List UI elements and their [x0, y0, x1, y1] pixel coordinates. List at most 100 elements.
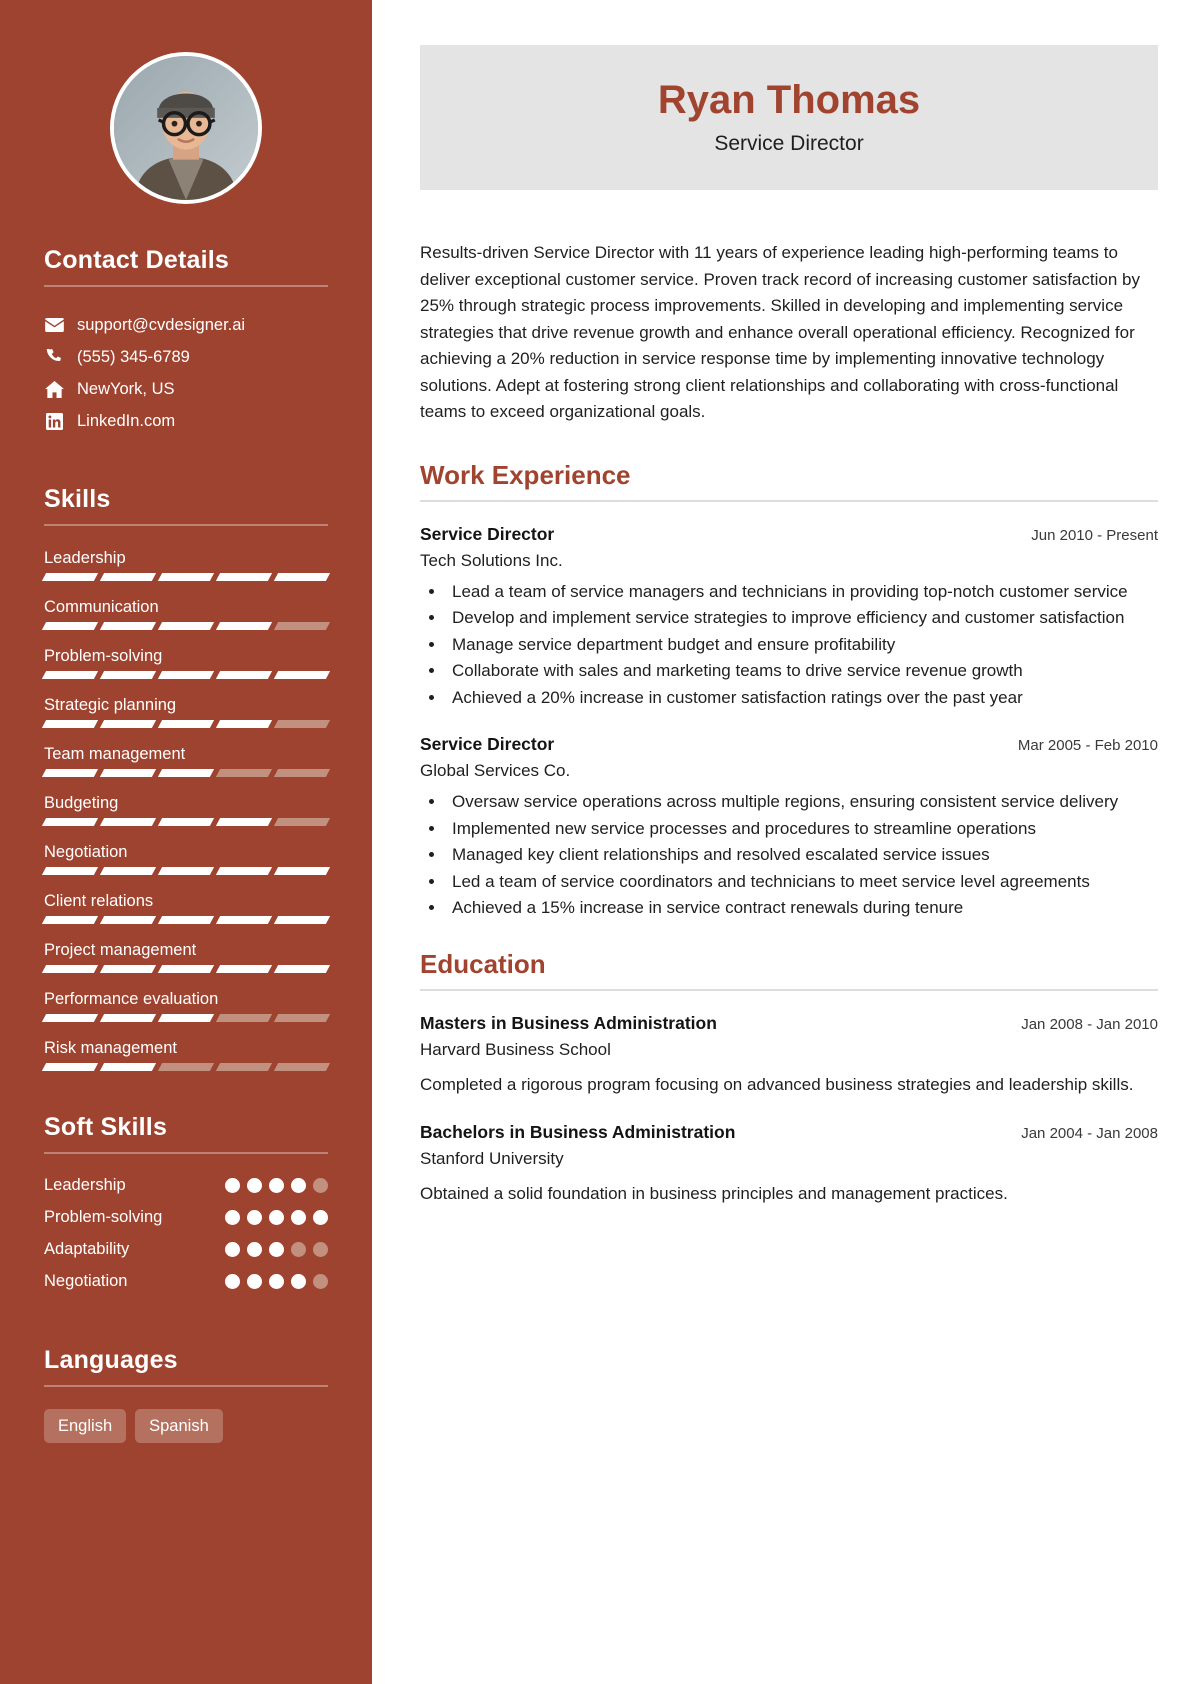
rating-dot [269, 1274, 284, 1289]
soft-skill-item: Leadership [44, 1176, 328, 1195]
contact-email-text: support@cvdesigner.ai [77, 316, 246, 334]
entry-bullet: Achieved a 20% increase in customer sati… [446, 685, 1158, 711]
skill-rating-bar [41, 720, 331, 728]
rating-dot [291, 1178, 306, 1193]
entry-degree: Bachelors in Business Administration [420, 1122, 736, 1143]
contact-phone-text: (555) 345-6789 [77, 348, 190, 366]
skill-label: Team management [44, 745, 186, 763]
rating-dot [313, 1210, 328, 1225]
section-divider [44, 285, 328, 287]
skill-bar-segment [99, 622, 157, 630]
skill-bar-segment [99, 1014, 157, 1022]
entry-institution: Harvard Business School [420, 1040, 611, 1060]
skill-bar-segment [273, 1063, 331, 1071]
skill-label: Communication [44, 598, 159, 616]
rating-dot [313, 1178, 328, 1193]
contact-item-phone[interactable]: (555) 345-6789 [44, 341, 328, 373]
skill-bar-segment [99, 818, 157, 826]
skill-label: Project management [44, 941, 197, 959]
skill-rating-bar [41, 867, 331, 875]
education-entry: Masters in Business Administration Jan 20… [420, 1011, 1158, 1098]
skill-item: Strategic planning [41, 695, 331, 728]
languages-title: Languages [44, 1346, 178, 1374]
rating-dot [247, 1242, 262, 1257]
contact-list: support@cvdesigner.ai (555) 345-6789 New… [44, 309, 328, 437]
skill-rating-bar [41, 769, 331, 777]
soft-skill-item: Problem-solving [44, 1208, 328, 1227]
soft-skills-title: Soft Skills [44, 1113, 168, 1141]
entry-bullet-list: Oversaw service operations across multip… [446, 789, 1158, 921]
skill-bar-segment [273, 818, 331, 826]
skill-bar-segment [215, 867, 273, 875]
rating-dot [269, 1210, 284, 1225]
entry-header: Bachelors in Business Administration Jan … [420, 1120, 1158, 1146]
skill-bar-segment [273, 769, 331, 777]
contact-item-email[interactable]: support@cvdesigner.ai [44, 309, 328, 341]
rating-dot [291, 1210, 306, 1225]
skill-label: Budgeting [44, 794, 119, 812]
entry-bullet: Managed key client relationships and res… [446, 842, 1158, 868]
contact-item-linkedin[interactable]: LinkedIn.com [44, 405, 328, 437]
avatar-wrapper [44, 52, 328, 204]
soft-skill-label: Problem-solving [44, 1208, 163, 1226]
envelope-icon [44, 318, 64, 332]
page-title: Ryan Thomas [657, 78, 921, 122]
skill-label: Client relations [44, 892, 154, 910]
linkedin-icon [44, 412, 64, 430]
work-experience-list: Service Director Jun 2010 - Present Tech S… [420, 522, 1158, 921]
soft-skills-section: Soft Skills Leadership Problem-solving Ada… [44, 1113, 328, 1291]
section-divider [44, 1152, 328, 1154]
entry-degree: Masters in Business Administration [420, 1013, 717, 1034]
entry-description: Obtained a solid foundation in business … [420, 1184, 1008, 1204]
skill-bar-segment [41, 867, 99, 875]
entry-bullet: Manage service department budget and ens… [446, 632, 1158, 658]
skill-bar-segment [215, 916, 273, 924]
languages-list: English Spanish [44, 1409, 328, 1443]
skill-label: Performance evaluation [44, 990, 219, 1008]
skill-bar-segment [215, 573, 273, 581]
education-entry: Bachelors in Business Administration Jan … [420, 1120, 1158, 1207]
entry-bullet: Lead a team of service managers and tech… [446, 579, 1158, 605]
contact-linkedin-text: LinkedIn.com [77, 412, 176, 430]
skill-label: Strategic planning [44, 696, 177, 714]
rating-dot [291, 1274, 306, 1289]
skill-item: Performance evaluation [41, 989, 331, 1022]
entry-date-range: Jun 2010 - Present [1031, 526, 1158, 544]
entry-job-title: Service Director [420, 523, 555, 544]
work-experience-entry: Service Director Mar 2005 - Feb 2010 Globa… [420, 732, 1158, 921]
skill-item: Negotiation [41, 842, 331, 875]
skill-bar-segment [41, 1014, 99, 1022]
skill-rating-bar [41, 965, 331, 973]
home-icon [44, 380, 64, 398]
skill-label: Problem-solving [44, 647, 163, 665]
contact-details-section: Contact Details support@cvdesigner.ai (5… [44, 246, 328, 437]
soft-skill-rating-dots [225, 1210, 328, 1225]
contact-item-location[interactable]: NewYork, US [44, 373, 328, 405]
rating-dot [269, 1242, 284, 1257]
entry-header: Masters in Business Administration Jan 20… [420, 1011, 1158, 1037]
language-tag: English [44, 1409, 127, 1443]
section-divider [44, 1385, 328, 1387]
skill-item: Problem-solving [41, 646, 331, 679]
entry-date-range: Jan 2004 - Jan 2008 [1021, 1125, 1158, 1143]
skill-bar-segment [99, 720, 157, 728]
work-experience-title: Work Experience [420, 459, 631, 490]
skill-bar-segment [215, 720, 273, 728]
entry-header: Service Director Mar 2005 - Feb 2010 [420, 732, 1158, 758]
skill-bar-segment [157, 867, 215, 875]
skill-bar-segment [41, 720, 99, 728]
skill-item: Client relations [41, 891, 331, 924]
skill-rating-bar [41, 1063, 331, 1071]
skills-section: Skills Leadership Communication Problem-so… [41, 485, 331, 1071]
rating-dot [225, 1274, 240, 1289]
rating-dot [225, 1242, 240, 1257]
entry-date-range: Jan 2008 - Jan 2010 [1021, 1016, 1158, 1034]
skill-bar-segment [99, 916, 157, 924]
skill-rating-bar [41, 818, 331, 826]
skill-label: Negotiation [44, 843, 128, 861]
skill-bar-segment [273, 573, 331, 581]
skill-bar-segment [41, 769, 99, 777]
contact-location-text: NewYork, US [77, 380, 175, 398]
entry-description: Completed a rigorous program focusing on… [420, 1075, 1134, 1095]
skill-bar-segment [99, 1063, 157, 1071]
